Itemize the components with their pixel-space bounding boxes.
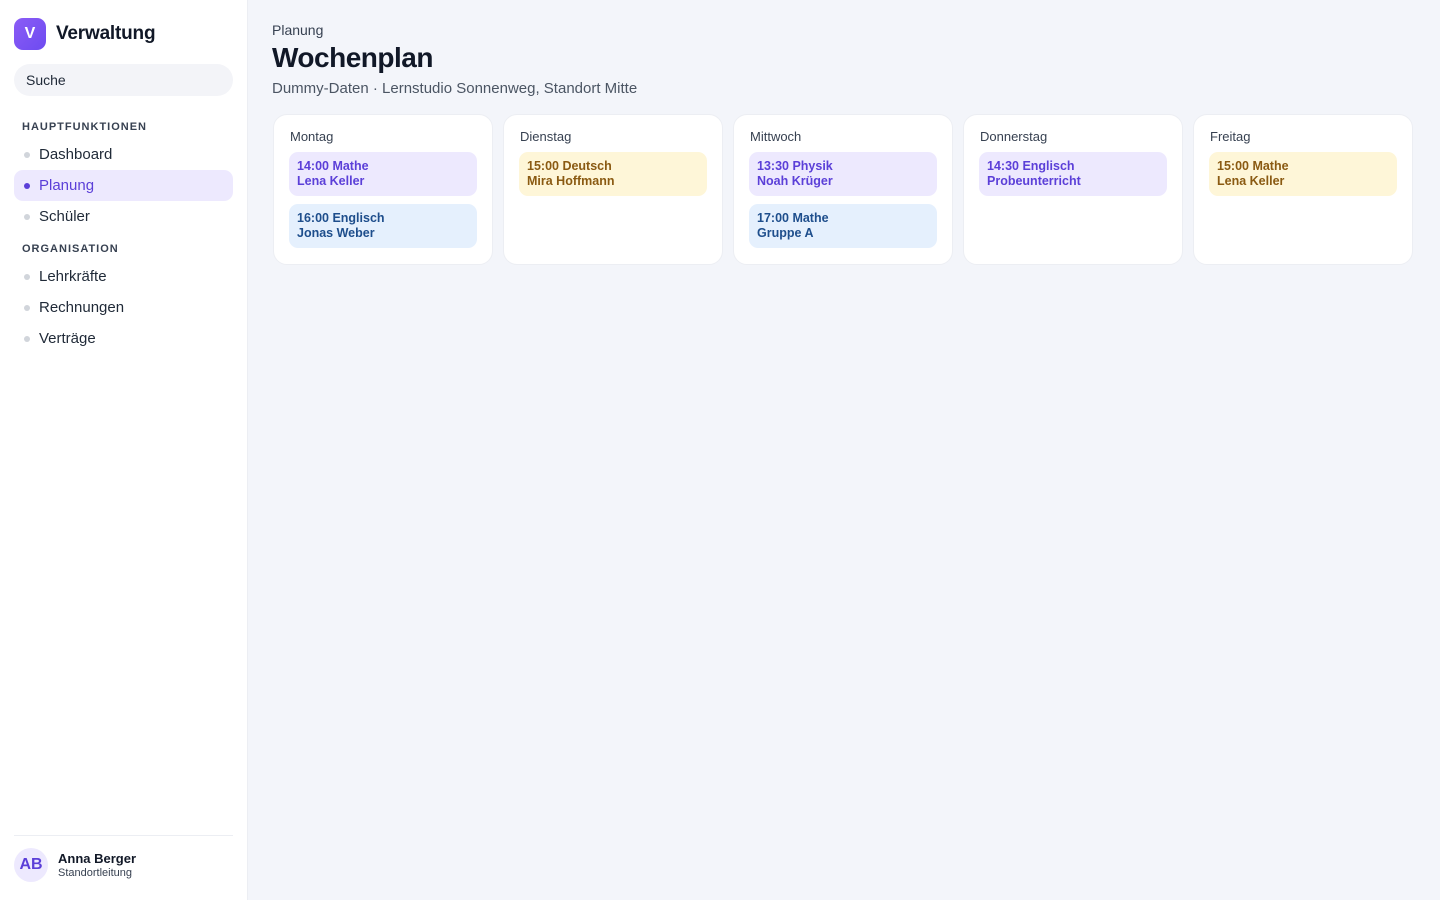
day-column-donnerstag: Donnerstag 14:30 Englisch Probeunterrich… bbox=[963, 114, 1183, 265]
event-detail: Lena Keller bbox=[297, 174, 365, 188]
event-card[interactable]: 15:00 Mathe Lena Keller bbox=[1209, 152, 1397, 196]
sidebar-item-lehrkraefte[interactable]: Lehrkräfte bbox=[14, 261, 233, 292]
event-detail: Probeunterricht bbox=[987, 174, 1081, 188]
day-name: Montag bbox=[290, 129, 334, 144]
day-name: Donnerstag bbox=[980, 129, 1048, 144]
search-input[interactable] bbox=[14, 64, 233, 96]
breadcrumb: Planung bbox=[272, 22, 324, 38]
day-name: Freitag bbox=[1210, 129, 1251, 144]
bullet-icon bbox=[24, 182, 30, 189]
event-card[interactable]: 14:00 Mathe Lena Keller bbox=[289, 152, 477, 196]
page-title: Wochenplan bbox=[272, 42, 433, 73]
main-content: Planung Wochenplan Dummy-Daten · Lernstu… bbox=[248, 0, 1440, 900]
sidebar-item-planung[interactable]: Planung bbox=[14, 170, 233, 201]
event-detail: Mira Hoffmann bbox=[527, 174, 615, 188]
event-time-subject: 16:00 Englisch bbox=[297, 211, 385, 225]
bullet-icon bbox=[24, 335, 30, 342]
event-time-subject: 14:30 Englisch bbox=[987, 159, 1075, 173]
brand-logo-icon: V bbox=[14, 18, 46, 50]
bullet-icon bbox=[24, 151, 30, 158]
event-card[interactable]: 13:30 Physik Noah Krüger bbox=[749, 152, 937, 196]
sidebar-item-label: Lehrkräfte bbox=[39, 268, 107, 285]
event-detail: Gruppe A bbox=[757, 226, 814, 240]
day-column-dienstag: Dienstag 15:00 Deutsch Mira Hoffmann bbox=[503, 114, 723, 265]
page-subtitle: Dummy-Daten · Lernstudio Sonnenweg, Stan… bbox=[272, 80, 638, 97]
event-card[interactable]: 16:00 Englisch Jonas Weber bbox=[289, 204, 477, 248]
user-role: Standortleitung bbox=[58, 867, 132, 879]
event-time-subject: 15:00 Deutsch bbox=[527, 159, 612, 173]
brand[interactable]: V Verwaltung bbox=[14, 18, 156, 50]
day-column-mittwoch: Mittwoch 13:30 Physik Noah Krüger 17:00 … bbox=[733, 114, 953, 265]
sidebar-item-rechnungen[interactable]: Rechnungen bbox=[14, 292, 233, 323]
day-name: Mittwoch bbox=[750, 129, 802, 144]
event-detail: Jonas Weber bbox=[297, 226, 375, 240]
sidebar-item-label: Rechnungen bbox=[39, 299, 125, 316]
day-name: Dienstag bbox=[520, 129, 572, 144]
sidebar-item-label: Planung bbox=[39, 177, 95, 194]
sidebar-item-label: Verträge bbox=[39, 330, 96, 347]
divider bbox=[14, 835, 233, 836]
event-detail: Lena Keller bbox=[1217, 174, 1285, 188]
sidebar-item-vertraege[interactable]: Verträge bbox=[14, 323, 233, 354]
sidebar-item-dashboard[interactable]: Dashboard bbox=[14, 139, 233, 170]
user-profile[interactable]: AB Anna Berger Standortleitung bbox=[14, 848, 136, 882]
event-time-subject: 14:00 Mathe bbox=[297, 159, 369, 173]
event-card[interactable]: 14:30 Englisch Probeunterricht bbox=[979, 152, 1167, 196]
nav-heading-main: HAUPTFUNKTIONEN bbox=[22, 121, 147, 133]
sidebar-item-label: Schüler bbox=[39, 208, 90, 225]
week-grid: Montag 14:00 Mathe Lena Keller 16:00 Eng… bbox=[273, 114, 1413, 265]
nav-heading-organisation: ORGANISATION bbox=[22, 243, 119, 255]
sidebar-item-label: Dashboard bbox=[39, 146, 113, 163]
event-time-subject: 13:30 Physik bbox=[757, 159, 833, 173]
avatar: AB bbox=[14, 848, 48, 882]
day-column-montag: Montag 14:00 Mathe Lena Keller 16:00 Eng… bbox=[273, 114, 493, 265]
user-name: Anna Berger bbox=[58, 851, 137, 866]
event-time-subject: 15:00 Mathe bbox=[1217, 159, 1289, 173]
sidebar-item-schueler[interactable]: Schüler bbox=[14, 201, 233, 232]
sidebar: V Verwaltung HAUPTFUNKTIONEN Dashboard P… bbox=[0, 0, 248, 900]
bullet-icon bbox=[24, 213, 30, 220]
event-card[interactable]: 17:00 Mathe Gruppe A bbox=[749, 204, 937, 248]
bullet-icon bbox=[24, 304, 30, 311]
event-time-subject: 17:00 Mathe bbox=[757, 211, 829, 225]
event-card[interactable]: 15:00 Deutsch Mira Hoffmann bbox=[519, 152, 707, 196]
brand-name: Verwaltung bbox=[56, 23, 156, 44]
day-column-freitag: Freitag 15:00 Mathe Lena Keller bbox=[1193, 114, 1413, 265]
event-detail: Noah Krüger bbox=[757, 174, 833, 188]
bullet-icon bbox=[24, 273, 30, 280]
